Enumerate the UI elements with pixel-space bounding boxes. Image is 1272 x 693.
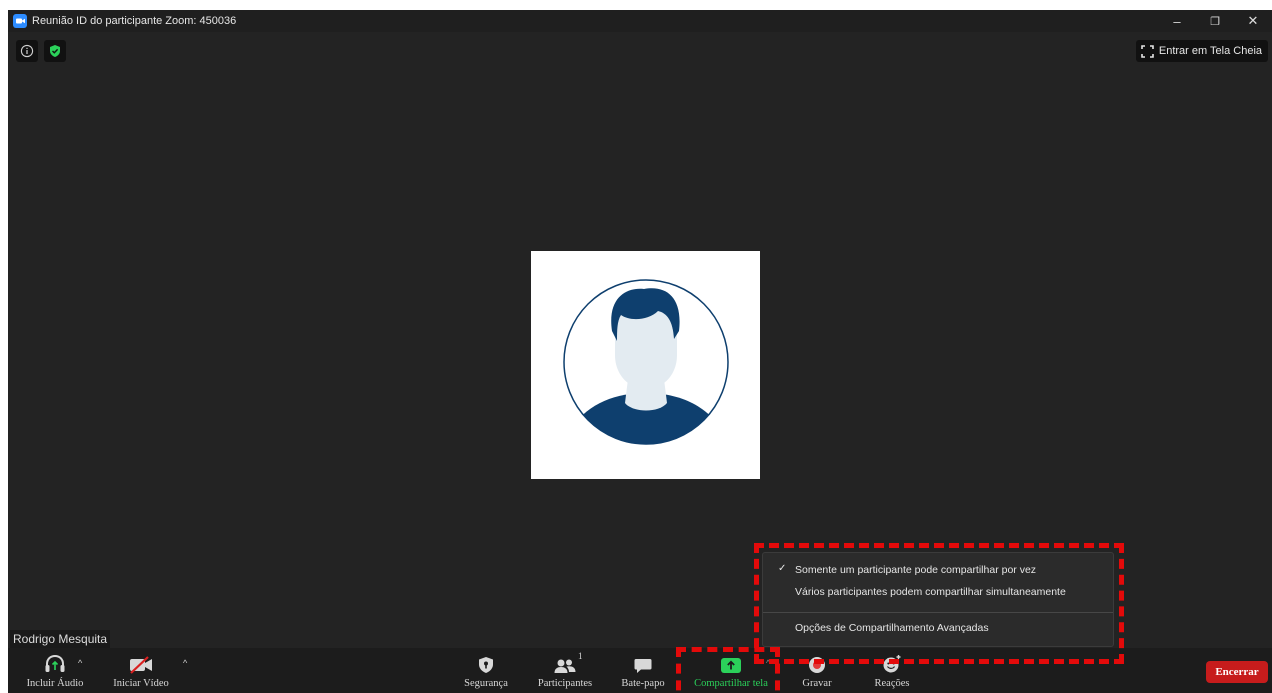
security-label: Segurança — [464, 678, 508, 689]
fullscreen-label: Entrar em Tela Cheia — [1158, 45, 1262, 57]
encryption-button[interactable] — [44, 40, 66, 62]
menu-item-label: Opções de Compartilhamento Avançadas — [795, 622, 989, 634]
advanced-sharing-options[interactable]: Opções de Compartilhamento Avançadas — [763, 618, 1113, 638]
participant-name-tag: Rodrigo Mesquita — [10, 630, 111, 648]
share-screen-icon — [721, 658, 741, 673]
headphones-icon — [45, 654, 65, 672]
minimize-button[interactable]: – — [1158, 10, 1196, 32]
start-video-button[interactable]: Iniciar Vídeo — [110, 648, 172, 693]
participants-button[interactable]: 1 Participantes — [530, 648, 600, 693]
smiley-plus-icon — [883, 655, 901, 673]
share-options-menu: ✓ Somente um participante pode compartil… — [762, 552, 1114, 647]
end-meeting-button[interactable]: Encerrar — [1206, 661, 1268, 683]
chat-button[interactable]: Bate-papo — [615, 648, 671, 693]
share-options-caret[interactable]: ^ — [766, 658, 770, 668]
meeting-badges — [16, 40, 66, 62]
join-audio-button[interactable]: Incluir Áudio — [24, 648, 86, 693]
info-icon — [20, 44, 34, 58]
meeting-toolbar: Incluir Áudio ^ Iniciar Vídeo ^ Seguranç… — [8, 648, 1272, 693]
restore-button[interactable]: ❐ — [1196, 10, 1234, 32]
participants-count: 1 — [578, 651, 583, 661]
reactions-label: Reações — [874, 678, 910, 689]
video-options-caret[interactable]: ^ — [183, 658, 187, 668]
enter-fullscreen-button[interactable]: Entrar em Tela Cheia — [1135, 40, 1268, 62]
meeting-info-button[interactable] — [16, 40, 38, 62]
share-simultaneous-option[interactable]: Vários participantes podem compartilhar … — [763, 582, 1113, 602]
reactions-button[interactable]: Reações — [866, 648, 918, 693]
share-screen-label: Compartilhar tela — [694, 678, 768, 689]
window-controls: – ❐ ✕ — [1158, 10, 1272, 32]
shield-check-icon — [50, 45, 60, 57]
checkmark-icon: ✓ — [778, 563, 787, 574]
title-bar: Reunião ID do participante Zoom: 450036 … — [8, 10, 1272, 32]
window-title: Reunião ID do participante Zoom: 450036 — [32, 15, 237, 27]
menu-item-label: Somente um participante pode compartilha… — [795, 564, 1037, 576]
join-audio-label: Incluir Áudio — [26, 678, 84, 689]
video-off-icon — [130, 656, 152, 674]
participant-avatar — [531, 251, 760, 479]
fullscreen-icon — [1141, 44, 1154, 58]
record-label: Gravar — [802, 678, 832, 689]
start-video-label: Iniciar Vídeo — [113, 678, 169, 689]
shield-icon — [479, 657, 493, 673]
record-button[interactable]: Gravar — [794, 648, 840, 693]
chat-label: Bate-papo — [621, 678, 665, 689]
audio-options-caret[interactable]: ^ — [78, 658, 82, 668]
share-screen-button[interactable]: Compartilhar tela — [686, 648, 776, 693]
record-icon — [809, 657, 825, 673]
participants-label: Participantes — [537, 678, 593, 689]
zoom-window: Reunião ID do participante Zoom: 450036 … — [8, 10, 1272, 693]
menu-divider — [763, 612, 1113, 613]
zoom-app-icon — [13, 14, 27, 28]
participants-icon — [554, 659, 576, 673]
security-button[interactable]: Segurança — [456, 648, 516, 693]
chat-bubble-icon — [634, 659, 652, 673]
menu-item-label: Vários participantes podem compartilhar … — [795, 586, 1066, 598]
close-button[interactable]: ✕ — [1234, 10, 1272, 32]
share-one-at-a-time-option[interactable]: ✓ Somente um participante pode compartil… — [763, 560, 1113, 580]
